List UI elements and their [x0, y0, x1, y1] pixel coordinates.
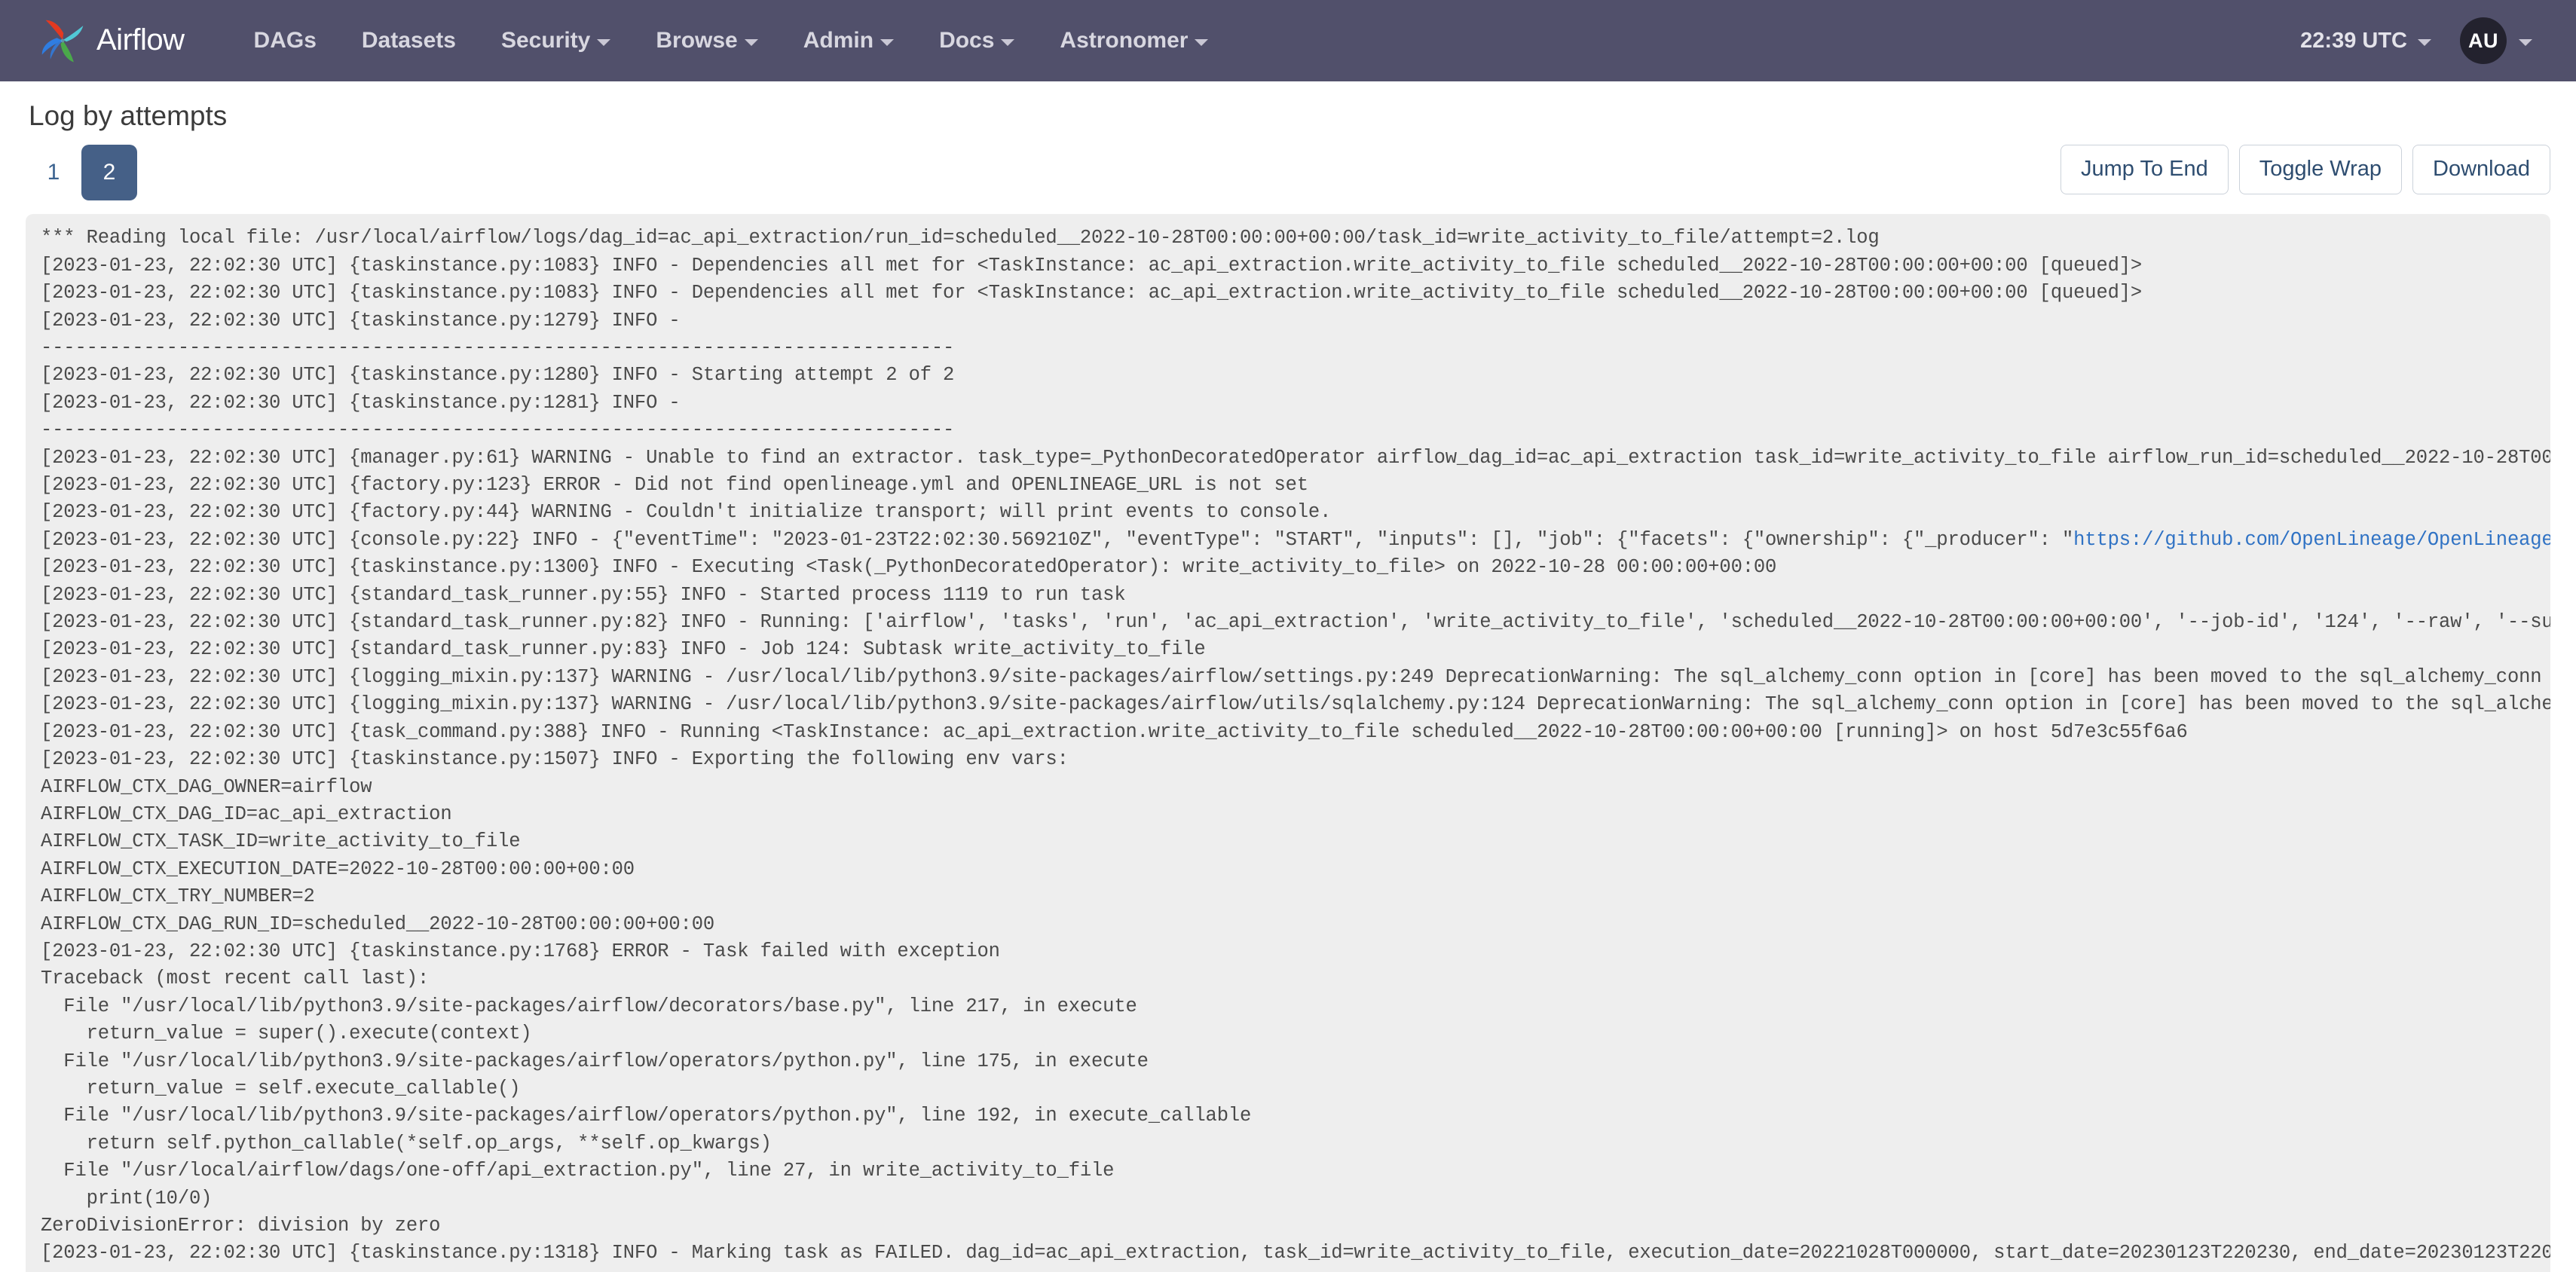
log-line: File "/usr/local/lib/python3.9/site-pack… — [41, 1050, 1149, 1072]
timezone-selector[interactable]: 22:39 UTC — [2279, 29, 2452, 54]
log-line: AIRFLOW_CTX_EXECUTION_DATE=2022-10-28T00… — [41, 858, 635, 880]
log-line: return self.python_callable(*self.op_arg… — [41, 1132, 772, 1154]
log-line: [2023-01-23, 22:02:30 UTC] {standard_tas… — [41, 638, 1206, 661]
nav-item-label: Browse — [656, 28, 738, 53]
log-line: [2023-01-23, 22:02:30 UTC] {task_command… — [41, 720, 2188, 743]
log-line: [2023-01-23, 22:02:30 UTC] {standard_tas… — [41, 611, 2550, 634]
nav-item-browse[interactable]: Browse — [633, 28, 780, 54]
log-line-with-link: [2023-01-23, 22:02:30 UTC] {console.py:2… — [41, 527, 2550, 554]
log-output-panel[interactable]: *** Reading local file: /usr/local/airfl… — [26, 214, 2550, 1272]
log-line: AIRFLOW_CTX_TRY_NUMBER=2 — [41, 885, 315, 908]
jump-to-end-button[interactable]: Jump To End — [2060, 145, 2229, 194]
log-line: [2023-01-23, 22:02:30 UTC] {taskinstance… — [41, 364, 955, 387]
log-line: *** Reading local file: /usr/local/airfl… — [41, 227, 1880, 249]
log-line: [2023-01-23, 22:02:30 UTC] {taskinstance… — [41, 748, 1069, 771]
brand-home-link[interactable]: Airflow — [39, 17, 185, 64]
chevron-down-icon — [880, 38, 895, 46]
current-time-label: 22:39 UTC — [2300, 28, 2407, 53]
log-line: print(10/0) — [41, 1187, 213, 1209]
log-line: ----------------------------------------… — [41, 419, 955, 442]
user-menu[interactable]: AU — [2452, 17, 2546, 64]
log-line: AIRFLOW_CTX_DAG_OWNER=airflow — [41, 775, 372, 798]
log-line: ZeroDivisionError: division by zero — [41, 1215, 441, 1237]
log-line: AIRFLOW_CTX_TASK_ID=write_activity_to_fi… — [41, 830, 521, 853]
log-toolbar: 1 2 Jump To End Toggle Wrap Download — [26, 145, 2550, 203]
log-line: AIRFLOW_CTX_DAG_RUN_ID=scheduled__2022-1… — [41, 913, 714, 935]
nav-item-dags[interactable]: DAGs — [231, 28, 339, 54]
log-line: [2023-01-23, 22:02:30 UTC] {factory.py:1… — [41, 474, 1308, 497]
chevron-down-icon — [1001, 38, 1015, 46]
nav-item-label: Security — [500, 28, 591, 53]
nav-item-astronomer[interactable]: Astronomer — [1037, 28, 1231, 54]
chevron-down-icon — [2418, 38, 2431, 46]
nav-item-docs[interactable]: Docs — [916, 28, 1037, 54]
nav-item-label: Admin — [803, 28, 874, 53]
log-line: File "/usr/local/lib/python3.9/site-pack… — [41, 1105, 1252, 1127]
log-line: File "/usr/local/airflow/dags/one-off/ap… — [41, 1160, 1115, 1182]
attempt-tab-2[interactable]: 2 — [81, 145, 137, 201]
log-line: [2023-01-23, 22:02:30 UTC] {taskinstance… — [41, 1242, 2550, 1264]
log-action-buttons: Jump To End Toggle Wrap Download — [2060, 145, 2550, 194]
log-line: [2023-01-23, 22:02:30 UTC] {taskinstance… — [41, 940, 1000, 962]
log-line: [2023-01-23, 22:02:30 UTC] {manager.py:6… — [41, 446, 2550, 469]
nav-item-security[interactable]: Security — [479, 28, 633, 54]
log-line: [2023-01-23, 22:02:30 UTC] {taskinstance… — [41, 254, 2143, 277]
nav-item-label: Datasets — [361, 28, 456, 53]
page-content: Log by attempts 1 2 Jump To End Toggle W… — [0, 99, 2576, 1272]
chevron-down-icon — [744, 38, 758, 46]
brand-label: Airflow — [96, 23, 185, 57]
openlineage-producer-link[interactable]: https://github.com/OpenLineage/OpenLinea… — [2073, 529, 2550, 551]
log-line: [2023-01-23, 22:02:30 UTC] {logging_mixi… — [41, 665, 2542, 688]
page-title: Log by attempts — [29, 100, 228, 131]
top-navbar: Airflow DAGs Datasets Security Browse Ad… — [0, 0, 2576, 81]
log-line: File "/usr/local/lib/python3.9/site-pack… — [41, 995, 1137, 1017]
log-line: [2023-01-23, 22:02:30 UTC] {logging_mixi… — [41, 693, 2550, 716]
nav-items: DAGs Datasets Security Browse Admin Docs… — [231, 28, 1231, 54]
log-line: Traceback (most recent call last): — [41, 968, 430, 990]
log-line: [2023-01-23, 22:02:30 UTC] {taskinstance… — [41, 556, 1777, 579]
log-line: [2023-01-23, 22:02:30 UTC] {taskinstance… — [41, 309, 692, 332]
nav-item-label: DAGs — [253, 28, 317, 53]
log-line: [2023-01-23, 22:02:30 UTC] {taskinstance… — [41, 282, 2143, 304]
log-line: [2023-01-23, 22:02:30 UTC] {taskinstance… — [41, 391, 692, 414]
avatar: AU — [2460, 17, 2507, 64]
attempt-tabs: 1 2 — [26, 145, 137, 201]
chevron-down-icon — [597, 38, 611, 46]
nav-item-admin[interactable]: Admin — [781, 28, 916, 54]
download-button[interactable]: Download — [2412, 145, 2550, 194]
airflow-pinwheel-logo — [41, 20, 84, 63]
chevron-down-icon — [1195, 38, 1209, 46]
log-line: return_value = self.execute_callable() — [41, 1077, 521, 1099]
log-line: return_value = super().execute(context) — [41, 1023, 532, 1045]
log-line: ----------------------------------------… — [41, 337, 955, 359]
log-line: AIRFLOW_CTX_DAG_ID=ac_api_extraction — [41, 803, 452, 825]
attempt-tab-1[interactable]: 1 — [26, 145, 81, 200]
log-line: [2023-01-23, 22:02:30 UTC] {factory.py:4… — [41, 501, 1332, 524]
nav-item-label: Docs — [939, 28, 995, 53]
log-line: [2023-01-23, 22:02:30 UTC] {standard_tas… — [41, 583, 1126, 606]
nav-item-datasets[interactable]: Datasets — [339, 28, 479, 54]
nav-item-label: Astronomer — [1060, 28, 1189, 53]
navbar-right: 22:39 UTC AU — [2279, 17, 2546, 64]
log-lines-container: *** Reading local file: /usr/local/airfl… — [26, 225, 2550, 1267]
toggle-wrap-button[interactable]: Toggle Wrap — [2238, 145, 2403, 194]
chevron-down-icon — [2519, 38, 2532, 46]
